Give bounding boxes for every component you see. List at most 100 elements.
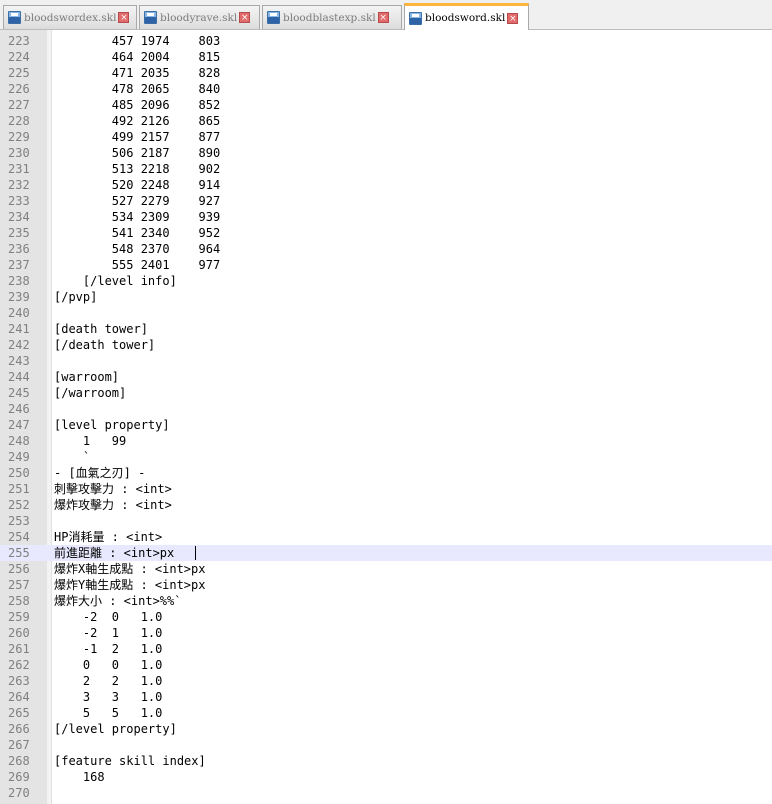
code-line[interactable]: 245 [/warroom] [0, 385, 772, 401]
code-line[interactable]: 242 [/death tower] [0, 337, 772, 353]
code-line[interactable]: 225 471 2035 828 [0, 65, 772, 81]
code-line[interactable]: 256 爆炸X軸生成點 : <int>px [0, 561, 772, 577]
line-text[interactable]: 457 1974 803 [54, 33, 220, 49]
code-line[interactable]: 227 485 2096 852 [0, 97, 772, 113]
line-text[interactable]: 520 2248 914 [54, 177, 220, 193]
code-line[interactable]: 238 [/level info] [0, 273, 772, 289]
line-text[interactable]: [death tower] [54, 321, 148, 337]
line-text[interactable]: 1 99 [54, 433, 126, 449]
code-line[interactable]: 264 3 3 1.0 [0, 689, 772, 705]
line-text[interactable]: 527 2279 927 [54, 193, 220, 209]
line-text[interactable]: 爆炸大小 : <int>%%` [54, 593, 181, 609]
line-text[interactable]: 5 5 1.0 [54, 705, 162, 721]
close-tab-icon[interactable]: × [377, 12, 389, 23]
code-line[interactable]: 253 [0, 513, 772, 529]
code-line[interactable]: 246 [0, 401, 772, 417]
code-line[interactable]: 237 555 2401 977 [0, 257, 772, 273]
code-line[interactable]: 235 541 2340 952 [0, 225, 772, 241]
tab-bloodblastexp[interactable]: bloodblastexp.skl × [262, 5, 402, 29]
code-line[interactable]: 230 506 2187 890 [0, 145, 772, 161]
code-line[interactable]: 269 168 [0, 769, 772, 785]
code-line[interactable]: 229 499 2157 877 [0, 129, 772, 145]
line-text[interactable]: 513 2218 902 [54, 161, 220, 177]
line-text[interactable]: 548 2370 964 [54, 241, 220, 257]
code-editor[interactable]: 223 457 1974 803 224 464 2004 815 225 471 … [0, 30, 772, 804]
line-text[interactable]: -2 1 1.0 [54, 625, 162, 641]
line-text[interactable]: 541 2340 952 [54, 225, 220, 241]
code-line[interactable]: 259 -2 0 1.0 [0, 609, 772, 625]
code-line[interactable]: 239 [/pvp] [0, 289, 772, 305]
line-text[interactable]: 471 2035 828 [54, 65, 220, 81]
line-text[interactable]: 499 2157 877 [54, 129, 220, 145]
code-line[interactable]: 270 [0, 785, 772, 801]
line-text[interactable]: ` [54, 449, 90, 465]
line-number: 223 [8, 34, 30, 48]
code-line[interactable]: 240 [0, 305, 772, 321]
line-text[interactable]: 555 2401 977 [54, 257, 220, 273]
code-line[interactable]: 231 513 2218 902 [0, 161, 772, 177]
code-line[interactable]: 249 ` [0, 449, 772, 465]
code-line[interactable]: 233 527 2279 927 [0, 193, 772, 209]
line-text[interactable]: [/level info] [54, 273, 177, 289]
line-text[interactable]: - [血氣之刃] - [54, 465, 145, 481]
code-line[interactable]: 268 [feature skill index] [0, 753, 772, 769]
code-line[interactable]: 257 爆炸Y軸生成點 : <int>px [0, 577, 772, 593]
code-line[interactable]: 247 [level property] [0, 417, 772, 433]
code-line[interactable]: 248 1 99 [0, 433, 772, 449]
line-text[interactable]: 492 2126 865 [54, 113, 220, 129]
line-text[interactable]: [level property] [54, 417, 170, 433]
code-line[interactable]: 262 0 0 1.0 [0, 657, 772, 673]
tab-bloodswordex[interactable]: bloodswordex.skl × [3, 5, 137, 29]
code-line[interactable]: 251 刺擊攻擊力 : <int> [0, 481, 772, 497]
code-line[interactable]: 261 -1 2 1.0 [0, 641, 772, 657]
line-text[interactable]: [/death tower] [54, 337, 155, 353]
line-text[interactable]: HP消耗量 : <int> [54, 529, 162, 545]
code-line[interactable]: 267 [0, 737, 772, 753]
code-line[interactable]: 241 [death tower] [0, 321, 772, 337]
code-line[interactable]: 260 -2 1 1.0 [0, 625, 772, 641]
code-line[interactable]: 254 HP消耗量 : <int> [0, 529, 772, 545]
line-text[interactable]: 485 2096 852 [54, 97, 220, 113]
line-text[interactable]: 534 2309 939 [54, 209, 220, 225]
line-text[interactable]: 3 3 1.0 [54, 689, 162, 705]
code-line[interactable]: 226 478 2065 840 [0, 81, 772, 97]
code-line[interactable]: 258 爆炸大小 : <int>%%` [0, 593, 772, 609]
line-text[interactable]: 478 2065 840 [54, 81, 220, 97]
line-text[interactable]: 506 2187 890 [54, 145, 220, 161]
line-text[interactable]: 爆炸X軸生成點 : <int>px [54, 561, 205, 577]
code-line[interactable]: 266 [/level property] [0, 721, 772, 737]
code-line[interactable]: 223 457 1974 803 [0, 33, 772, 49]
code-line[interactable]: 243 [0, 353, 772, 369]
line-text[interactable]: 爆炸攻擊力 : <int> [54, 497, 172, 513]
line-text[interactable]: [/pvp] [54, 289, 97, 305]
code-line[interactable]: 234 534 2309 939 [0, 209, 772, 225]
line-text[interactable]: 464 2004 815 [54, 49, 220, 65]
line-text[interactable]: [/warroom] [54, 385, 126, 401]
line-text[interactable]: -1 2 1.0 [54, 641, 162, 657]
line-text[interactable]: [feature skill index] [54, 753, 206, 769]
line-text[interactable]: [warroom] [54, 369, 119, 385]
code-line[interactable]: 232 520 2248 914 [0, 177, 772, 193]
line-text[interactable]: 2 2 1.0 [54, 673, 162, 689]
line-text[interactable]: 刺擊攻擊力 : <int> [54, 481, 172, 497]
code-line[interactable]: 265 5 5 1.0 [0, 705, 772, 721]
tab-bloodyrave[interactable]: bloodyrave.skl × [139, 5, 260, 29]
line-text[interactable]: [/level property] [54, 721, 177, 737]
line-text[interactable]: 爆炸Y軸生成點 : <int>px [54, 577, 205, 593]
line-text[interactable]: 0 0 1.0 [54, 657, 162, 673]
close-tab-icon[interactable]: × [118, 12, 130, 23]
code-line[interactable]: 224 464 2004 815 [0, 49, 772, 65]
code-line[interactable]: 263 2 2 1.0 [0, 673, 772, 689]
line-text[interactable]: -2 0 1.0 [54, 609, 162, 625]
tab-bloodsword[interactable]: bloodsword.skl × [404, 3, 529, 30]
line-text[interactable]: 168 [54, 769, 105, 785]
code-line[interactable]: 236 548 2370 964 [0, 241, 772, 257]
code-line[interactable]: 244 [warroom] [0, 369, 772, 385]
code-line[interactable]: 228 492 2126 865 [0, 113, 772, 129]
current-code-line[interactable]: 255 前進距離 : <int>px [0, 545, 772, 561]
code-line[interactable]: 250 - [血氣之刃] - [0, 465, 772, 481]
line-text[interactable]: 前進距離 : <int>px [54, 545, 174, 561]
code-line[interactable]: 252 爆炸攻擊力 : <int> [0, 497, 772, 513]
close-tab-icon[interactable]: × [239, 12, 251, 23]
close-tab-icon[interactable]: × [507, 12, 519, 24]
